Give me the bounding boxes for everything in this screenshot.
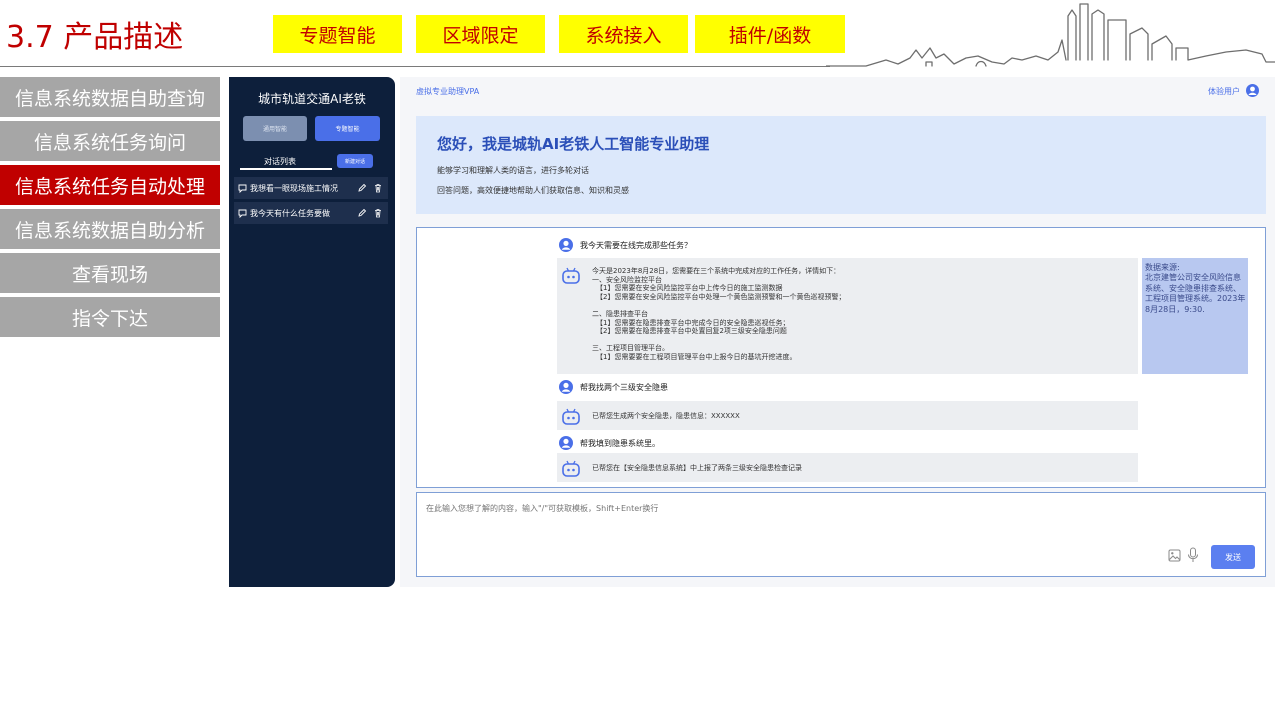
user-question: 我今天需要在线完成那些任务？ <box>580 241 692 250</box>
data-source-line: 系统、安全隐患排查系统、 <box>1145 283 1241 293</box>
conversation-title: 我想看一眼现场施工情况 <box>250 183 338 193</box>
general-intelligence-button[interactable]: 通用智能 <box>243 116 307 141</box>
user-avatar-icon <box>559 380 573 394</box>
plugin-function-button[interactable]: 插件/函数 <box>695 15 845 53</box>
conversation-title: 我今天有什么任务要做 <box>250 208 330 218</box>
answer-line <box>592 301 1132 310</box>
city-skyline-illustration <box>826 3 1275 67</box>
data-source-box: 数据来源: 北京建管公司安全风险信息 系统、安全隐患排查系统、 工程项目管理系统… <box>1142 258 1248 374</box>
menu-item-task-inquiry[interactable]: 信息系统任务询问 <box>0 121 220 161</box>
delete-icon[interactable] <box>370 208 386 218</box>
edit-icon[interactable] <box>354 183 370 193</box>
delete-icon[interactable] <box>370 183 386 193</box>
tab-active-indicator <box>240 168 332 170</box>
user-avatar-icon <box>559 238 573 252</box>
assistant-answer: 已帮您在【安全隐患信息系统】中上报了两条三级安全隐患检查记录 <box>592 464 802 472</box>
edit-icon[interactable] <box>354 208 370 218</box>
answer-line: 【1】您需要在隐患排查平台中完成今日的安全隐患巡视任务； <box>596 318 790 327</box>
answer-line: 一、安全风险监控平台 <box>592 275 662 284</box>
welcome-title: 您好，我是城轨AI老铁人工智能专业助理 <box>437 135 710 153</box>
new-chat-button[interactable]: 新建对话 <box>337 154 373 168</box>
menu-item-issue-command[interactable]: 指令下达 <box>0 297 220 337</box>
send-button[interactable]: 发送 <box>1211 545 1255 569</box>
topic-intelligence-button[interactable]: 专题智能 <box>273 15 402 53</box>
region-limit-button[interactable]: 区域限定 <box>416 15 545 53</box>
robot-icon <box>562 267 580 284</box>
topic-intelligence-mode-button[interactable]: 专题智能 <box>315 116 380 141</box>
robot-icon <box>562 408 580 425</box>
message-input[interactable] <box>426 504 1126 513</box>
slide-title: 3.7 产品描述 <box>6 20 184 55</box>
menu-item-view-site[interactable]: 查看现场 <box>0 253 220 293</box>
user-question: 帮我找两个三级安全隐患 <box>580 383 668 392</box>
header-divider <box>0 66 830 67</box>
user-label[interactable]: 体验用户 <box>1208 86 1240 97</box>
system-access-button[interactable]: 系统接入 <box>559 15 688 53</box>
answer-line <box>592 336 1132 345</box>
sidebar-title: 城市轨道交通AI老铁 <box>258 92 366 106</box>
robot-icon <box>562 460 580 477</box>
app-name: 虚拟专业助理VPA <box>416 87 480 96</box>
data-source-line: 8月28日，9:30. <box>1145 304 1205 314</box>
chat-bubble-icon <box>236 208 250 218</box>
welcome-line: 回答问题，高效便捷地帮助人们获取信息、知识和灵感 <box>437 186 629 195</box>
answer-line: 【2】您需要在隐患排查平台中处置回复2项三级安全隐患问题 <box>596 327 787 336</box>
answer-line: 【2】您需要在安全风险监控平台中处理一个黄色监测预警和一个黄色巡视预警； <box>596 292 846 301</box>
answer-line: 二、隐患排查平台 <box>592 309 648 318</box>
tab-conversation-list[interactable]: 对话列表 <box>264 156 296 167</box>
assistant-answer: 今天是2023年8月28日，您需要在三个系统中完成对应的工作任务，详情如下： 一… <box>592 267 1132 372</box>
answer-line: 【1】您需要要在工程项目管理平台中上报今日的基坑开挖进度。 <box>596 352 797 361</box>
conversation-item[interactable]: 我今天有什么任务要做 <box>234 202 388 224</box>
data-source-title: 数据来源: <box>1145 263 1180 272</box>
answer-line: 今天是2023年8月28日，您需要在三个系统中完成对应的工作任务，详情如下： <box>592 267 841 275</box>
menu-item-task-auto-processing[interactable]: 信息系统任务自动处理 <box>0 165 220 205</box>
menu-item-data-query[interactable]: 信息系统数据自助查询 <box>0 77 220 117</box>
image-upload-icon[interactable] <box>1168 549 1181 562</box>
data-source-line: 工程项目管理系统。2023年 <box>1145 294 1246 303</box>
conversation-item[interactable]: 我想看一眼现场施工情况 <box>234 177 388 199</box>
user-avatar-icon[interactable] <box>1246 84 1259 97</box>
assistant-answer: 已帮您生成两个安全隐患，隐患信息：XXXXXX <box>592 412 740 420</box>
user-question: 帮我填到隐患系统里。 <box>580 439 660 448</box>
data-source-line: 北京建管公司安全风险信息 <box>1145 273 1241 282</box>
user-avatar-icon <box>559 436 573 450</box>
welcome-line: 能够学习和理解人类的语言，进行多轮对话 <box>437 166 589 175</box>
answer-line: 【1】您需要在安全风险监控平台中上传今日的施工监测数据 <box>596 284 783 293</box>
chat-bubble-icon <box>236 183 250 193</box>
answer-line: 三、工程项目管理平台。 <box>592 344 669 353</box>
menu-item-data-analysis[interactable]: 信息系统数据自助分析 <box>0 209 220 249</box>
microphone-icon[interactable] <box>1187 547 1199 563</box>
